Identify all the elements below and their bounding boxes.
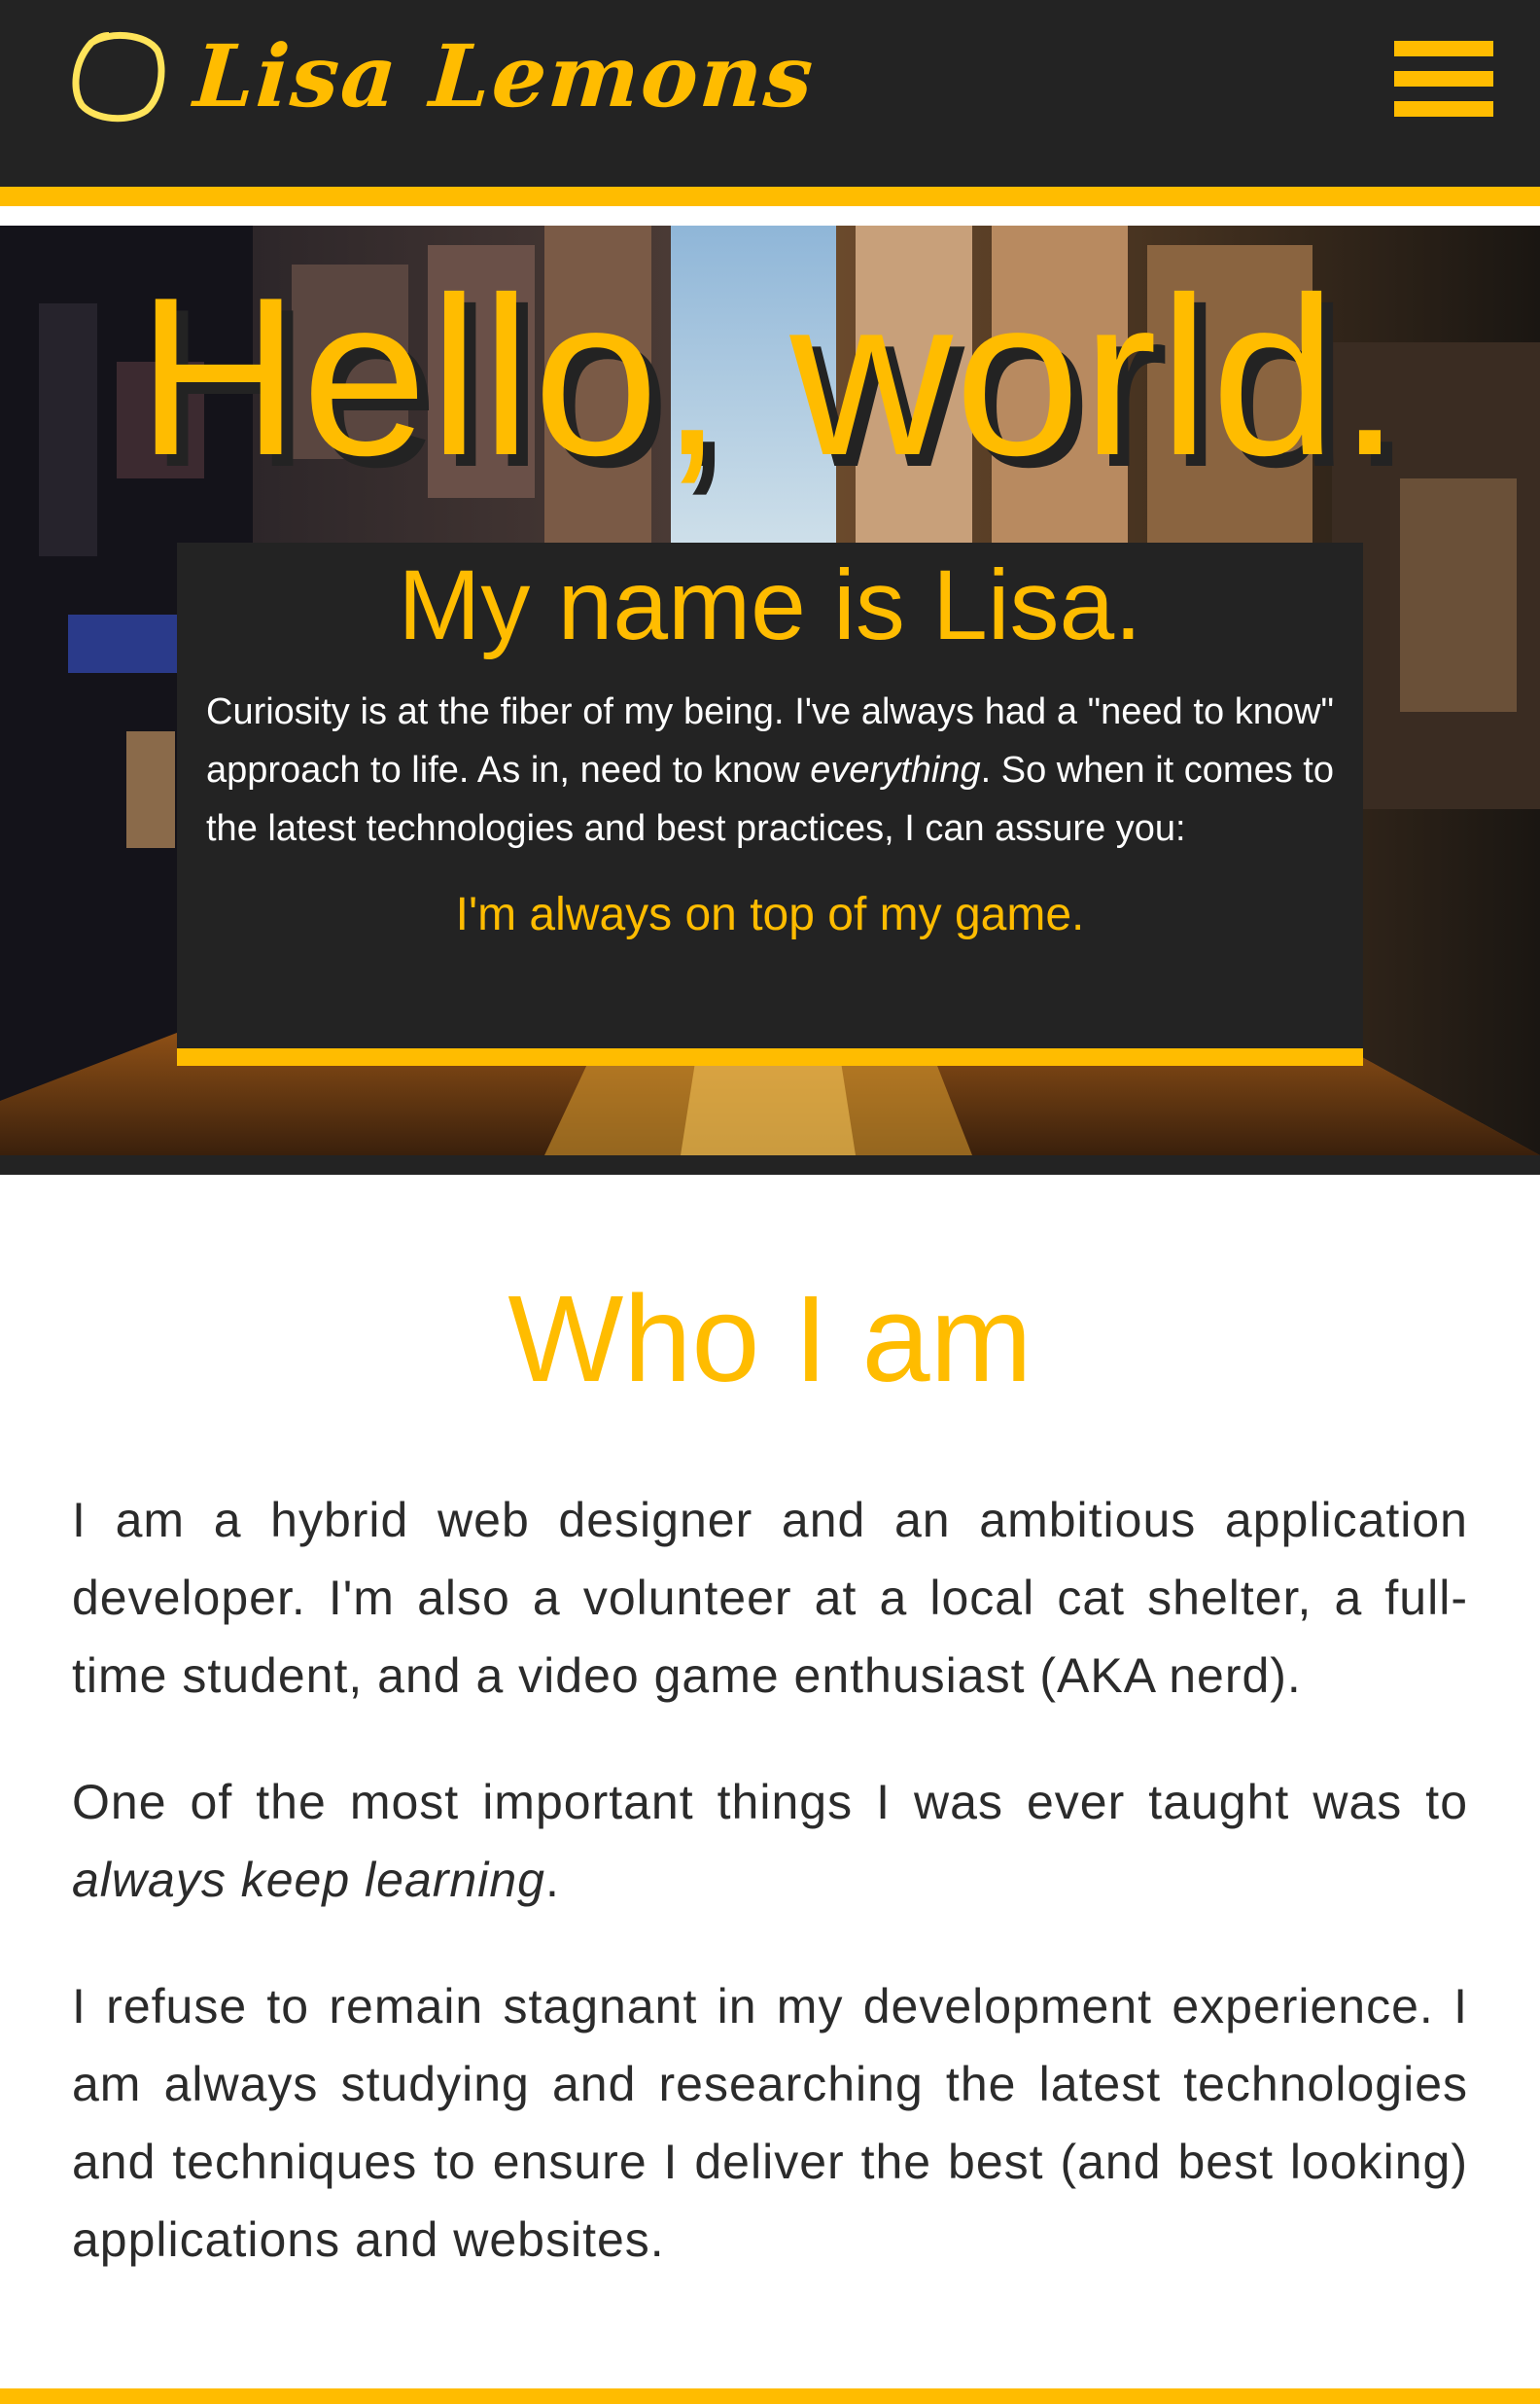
about-text-emphasis: always keep learning <box>72 1852 545 1907</box>
about-paragraph: One of the most important things I was e… <box>72 1763 1468 1919</box>
hero-divider <box>0 1155 1540 1175</box>
intro-text-emphasis: everything <box>810 750 981 792</box>
lemon-outline-icon <box>72 31 165 123</box>
intro-text: Curiosity is at the fiber of my being. I… <box>206 683 1334 858</box>
about-section: Who I am I am a hybrid web designer and … <box>0 1175 1540 2388</box>
about-text-part: . <box>544 1852 560 1907</box>
about-paragraph: I am a hybrid web designer and an ambiti… <box>72 1492 1468 1703</box>
hamburger-menu-icon[interactable] <box>1394 41 1493 117</box>
intro-card: My name is Lisa. Curiosity is at the fib… <box>177 543 1363 1066</box>
about-paragraph: I refuse to remain stagnant in my develo… <box>72 1978 1468 2267</box>
menu-bar <box>1394 71 1493 87</box>
footer-accent-bar <box>0 2388 1540 2404</box>
hero-section: Hello, world. My name is Lisa. Curiosity… <box>0 226 1540 1175</box>
intro-tagline: I'm always on top of my game. <box>455 889 1085 941</box>
site-header: Lisa Lemons <box>0 0 1540 206</box>
brand-link[interactable]: Lisa Lemons <box>70 25 819 126</box>
menu-bar <box>1394 41 1493 56</box>
about-text-part: One of the most important things I was e… <box>72 1774 1468 1829</box>
about-heading: Who I am <box>508 1270 1032 1407</box>
intro-heading: My name is Lisa. <box>398 549 1142 660</box>
hero-title: Hello, world. <box>136 251 1404 503</box>
brand-name: Lisa Lemons <box>191 25 819 126</box>
menu-bar <box>1394 101 1493 117</box>
